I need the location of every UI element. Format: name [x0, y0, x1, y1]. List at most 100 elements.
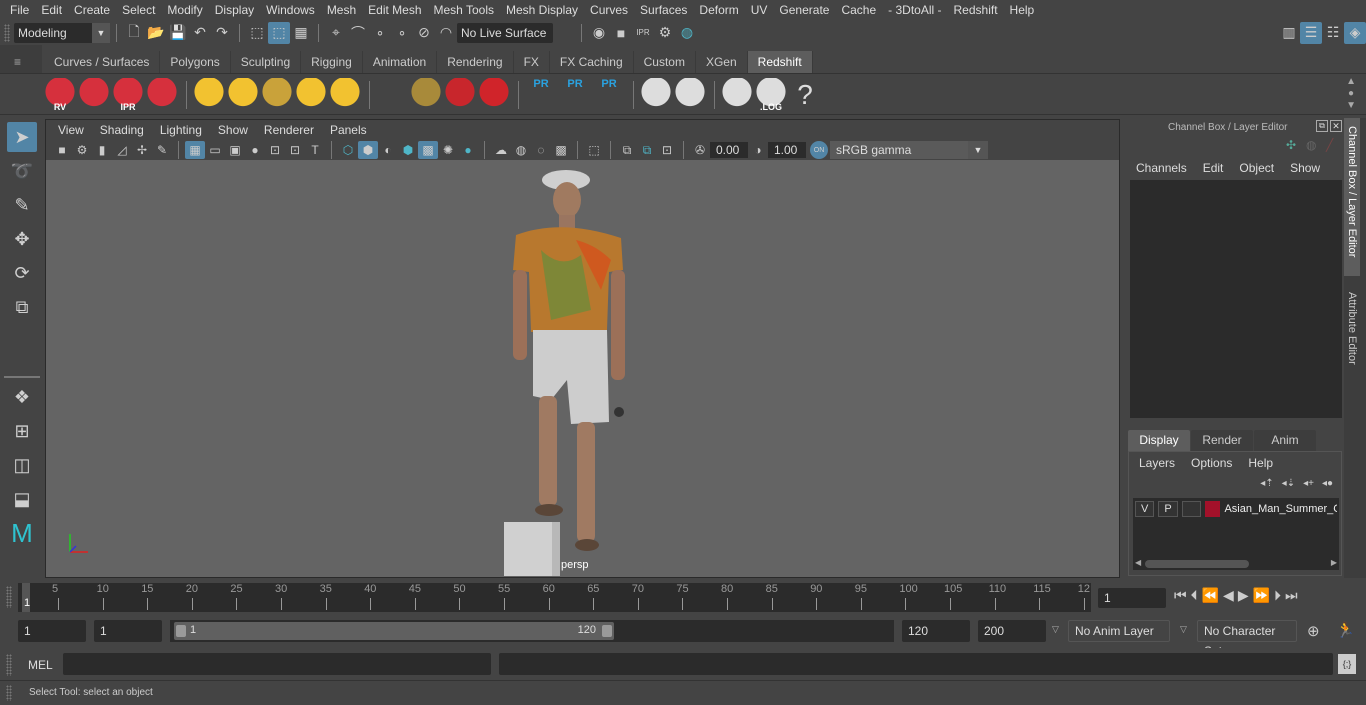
select-tool-icon[interactable]: ➤	[7, 122, 37, 152]
viewport-menu-show[interactable]: Show	[210, 123, 256, 137]
field-chart-icon[interactable]: ⊡	[265, 141, 285, 159]
rs-bake-icon[interactable]	[640, 78, 672, 112]
viewport-menu-shading[interactable]: Shading	[92, 123, 152, 137]
screen-space-ao-icon[interactable]: ●	[458, 141, 478, 159]
step-back-key-icon[interactable]: ⏪	[1202, 587, 1219, 604]
pedestal-box[interactable]	[504, 522, 560, 576]
rs-pr-export-icon[interactable]: PR	[559, 78, 591, 112]
layer-tab-render[interactable]: Render	[1191, 430, 1253, 451]
rs-hair-icon[interactable]	[410, 78, 442, 112]
bookmark-icon[interactable]: ▮	[92, 141, 112, 159]
rs-proxy-icon[interactable]	[376, 78, 408, 112]
grip-handle[interactable]	[6, 586, 12, 608]
scroll-right-icon[interactable]: ▶	[1331, 558, 1337, 567]
menu-deform[interactable]: Deform	[693, 3, 744, 17]
live-surface-field[interactable]: No Live Surface	[457, 22, 553, 43]
menu-create[interactable]: Create	[68, 3, 116, 17]
use-all-lights-icon[interactable]: ▩	[418, 141, 438, 159]
channel-box-menu-channels[interactable]: Channels	[1128, 161, 1195, 175]
shelf-tab-fx-caching[interactable]: FX Caching	[549, 51, 634, 73]
menu-modify[interactable]: Modify	[161, 3, 208, 17]
playback-start-field[interactable]: 1	[94, 620, 162, 642]
snap-point-icon[interactable]: ∘	[369, 22, 391, 44]
grip-handle[interactable]	[6, 685, 12, 701]
render-view-icon[interactable]: ◉	[588, 22, 610, 44]
grip-handle[interactable]	[6, 654, 12, 676]
range-end-handle[interactable]	[602, 625, 612, 637]
layer-menu-layers[interactable]: Layers	[1131, 456, 1183, 470]
attribute-editor-toggle-icon[interactable]: ☰	[1300, 21, 1322, 44]
xray-joints-icon[interactable]: ⧉	[617, 141, 637, 159]
menu-generate[interactable]: Generate	[773, 3, 835, 17]
layer-row[interactable]: V P Asian_Man_Summer_C	[1133, 498, 1339, 520]
menu-mesh[interactable]: Mesh	[321, 3, 362, 17]
depth-of-field-icon[interactable]: ◌	[531, 141, 551, 159]
rs-spot-light-icon[interactable]	[261, 78, 293, 112]
live-surface-icon[interactable]: ◠	[435, 22, 457, 44]
film-gate-icon[interactable]: ▭	[205, 141, 225, 159]
layer-name[interactable]: Asian_Man_Summer_C	[1224, 503, 1337, 515]
image-plane-icon[interactable]: ◿	[112, 141, 132, 159]
motion-blur-icon[interactable]: ☁	[491, 141, 511, 159]
rs-ipr-icon[interactable]: IPR	[112, 78, 144, 112]
viewport-menu-lighting[interactable]: Lighting	[152, 123, 210, 137]
modeling-toolkit-icon[interactable]: ▥	[1278, 22, 1300, 44]
rs-volume-icon[interactable]	[444, 78, 476, 112]
single-pane-layout-icon[interactable]: ❖	[7, 382, 37, 412]
resolution-gate-icon[interactable]: ▣	[225, 141, 245, 159]
shelf-tab-fx[interactable]: FX	[513, 51, 550, 73]
snap-live-icon[interactable]: ⊘	[413, 22, 435, 44]
menu-mesh-tools[interactable]: Mesh Tools	[428, 3, 500, 17]
layer-playback-toggle[interactable]: P	[1158, 501, 1178, 517]
persp-graph-layout-icon[interactable]: ⬓	[7, 484, 37, 514]
channel-box-menu-edit[interactable]: Edit	[1195, 161, 1232, 175]
shelf-tab-animation[interactable]: Animation	[362, 51, 438, 73]
play-forward-icon[interactable]: ▶	[1238, 587, 1249, 604]
channel-list[interactable]	[1130, 180, 1342, 418]
shelf-tab-curves-surfaces[interactable]: Curves / Surfaces	[44, 51, 161, 73]
layer-display-type-toggle[interactable]	[1181, 501, 1202, 517]
animation-prefs-icon[interactable]: 🏃	[1336, 621, 1355, 639]
2d-pan-zoom-icon[interactable]: ✢	[132, 141, 152, 159]
scroll-left-icon[interactable]: ◀	[1135, 558, 1141, 567]
select-component-icon[interactable]: ▦	[290, 22, 312, 44]
rs-log-icon[interactable]: .LOG	[755, 78, 787, 112]
new-scene-icon[interactable]: 🗋	[123, 22, 145, 44]
view-transform-dropdown[interactable]: sRGB gamma ▼	[830, 141, 988, 159]
undo-icon[interactable]: ↶	[189, 22, 211, 44]
paint-select-tool-icon[interactable]: ✎	[7, 190, 37, 220]
camera-attributes-icon[interactable]: ⚙	[72, 141, 92, 159]
command-language-toggle[interactable]: MEL	[28, 658, 53, 672]
viewport-menu-view[interactable]: View	[50, 123, 92, 137]
safe-action-icon[interactable]: ⊡	[285, 141, 305, 159]
layer-tab-anim[interactable]: Anim	[1254, 430, 1316, 451]
four-pane-layout-icon[interactable]: ⊞	[7, 416, 37, 446]
menu-cache[interactable]: Cache	[835, 3, 882, 17]
shelf-tab-sculpting[interactable]: Sculpting	[230, 51, 302, 73]
horizontal-scrollbar[interactable]: ◀ ▶	[1133, 558, 1339, 570]
open-scene-icon[interactable]: 📂	[145, 22, 167, 44]
viewport-menu-renderer[interactable]: Renderer	[256, 123, 322, 137]
textured-icon[interactable]: ⬢	[398, 141, 418, 159]
end-time-field[interactable]: 200	[978, 620, 1046, 642]
hypershade-icon[interactable]: ◍	[676, 22, 698, 44]
grid-toggle-icon[interactable]: ▦	[185, 141, 205, 159]
menu-mesh-display[interactable]: Mesh Display	[500, 3, 584, 17]
smooth-shade-icon[interactable]: ⬢	[358, 141, 378, 159]
xray-icon[interactable]: ⬚	[584, 141, 604, 159]
play-backward-icon[interactable]: ◀	[1223, 587, 1234, 604]
layer-menu-options[interactable]: Options	[1183, 456, 1240, 470]
rs-bake-set-icon[interactable]	[674, 78, 706, 112]
layer-menu-help[interactable]: Help	[1240, 456, 1281, 470]
character-model[interactable]	[501, 160, 651, 580]
image-plane-toggle-icon[interactable]: ⊡	[657, 141, 677, 159]
shadows-icon[interactable]: ✺	[438, 141, 458, 159]
close-icon[interactable]: ✕	[1330, 120, 1342, 132]
channel-box-toggle-icon[interactable]: ◈	[1344, 21, 1366, 44]
layer-tab-display[interactable]: Display	[1128, 430, 1190, 451]
shelf-menu-icon[interactable]: ≡	[14, 55, 21, 69]
rs-render-view-icon[interactable]: RV	[44, 78, 76, 112]
layer-color-swatch[interactable]	[1205, 501, 1221, 517]
step-back-frame-icon[interactable]: ⏴	[1191, 587, 1198, 604]
range-start-handle[interactable]	[176, 625, 186, 637]
